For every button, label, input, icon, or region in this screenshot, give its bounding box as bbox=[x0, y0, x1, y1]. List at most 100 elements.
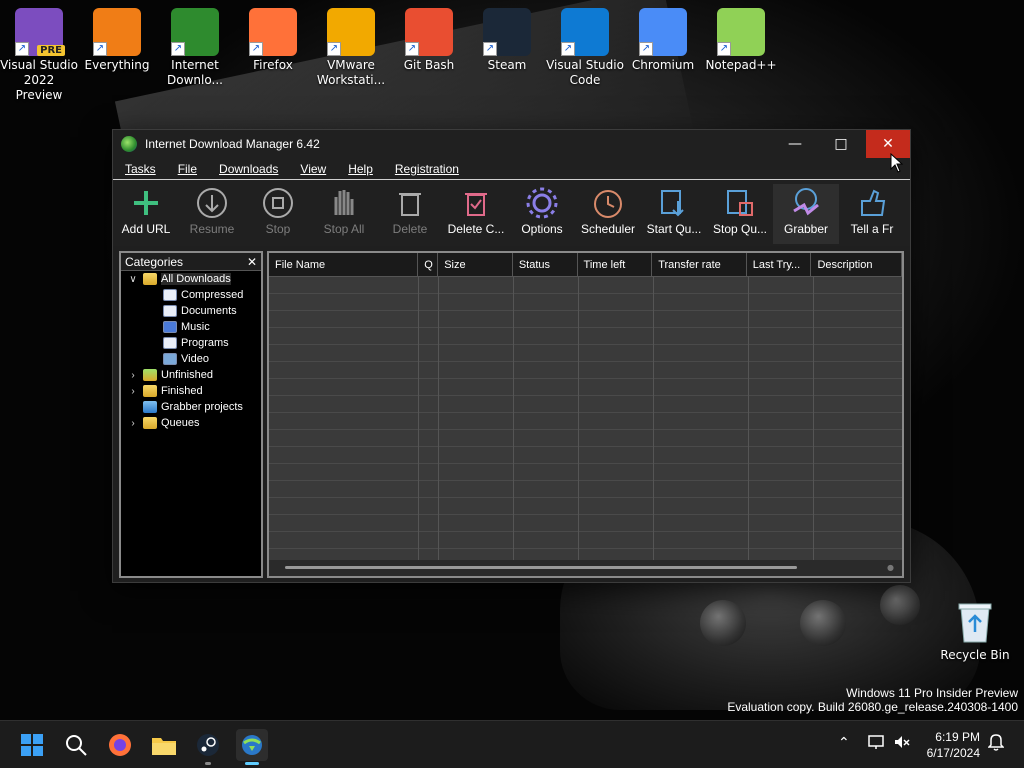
vmware-icon: ↗ bbox=[327, 8, 375, 56]
idm-window: Internet Download Manager 6.42 — □ ✕ Tas… bbox=[112, 129, 911, 583]
maximize-button[interactable]: □ bbox=[818, 130, 864, 158]
resume-icon bbox=[194, 184, 230, 222]
stop-queue-button[interactable]: Stop Qu... bbox=[707, 184, 773, 244]
tree-item-all-downloads[interactable]: ∨ All Downloads bbox=[121, 271, 261, 287]
tree-item-label: Finished bbox=[161, 385, 203, 397]
desktop-icon-vmware[interactable]: ↗ VMware Workstati... bbox=[312, 2, 390, 88]
taskbar-file-explorer[interactable] bbox=[148, 729, 180, 761]
scrollbar-thumb[interactable] bbox=[285, 566, 797, 569]
tree-item-video[interactable]: Video bbox=[121, 351, 261, 367]
minimize-button[interactable]: — bbox=[772, 130, 818, 158]
network-icon[interactable] bbox=[868, 733, 886, 755]
column-header-description[interactable]: Description bbox=[811, 253, 902, 277]
column-header-q[interactable]: Q bbox=[418, 253, 439, 277]
start-queue-button[interactable]: Start Qu... bbox=[641, 184, 707, 244]
menu-downloads[interactable]: Downloads bbox=[211, 162, 286, 176]
tree-item-grabber-projects[interactable]: Grabber projects bbox=[121, 399, 261, 415]
desktop-icon-everything-search[interactable]: ↗ Everything bbox=[78, 2, 156, 73]
delete-button[interactable]: Delete bbox=[377, 184, 443, 244]
tree-item-queues[interactable]: › Queues bbox=[121, 415, 261, 431]
desktop-icon-label: Everything bbox=[84, 58, 150, 72]
taskbar-firefox[interactable] bbox=[104, 729, 136, 761]
add-url-button[interactable]: Add URL bbox=[113, 184, 179, 244]
menu-view[interactable]: View bbox=[292, 162, 334, 176]
tree-item-unfinished[interactable]: › Unfinished bbox=[121, 367, 261, 383]
taskbar-steam[interactable] bbox=[192, 729, 224, 765]
downloads-list[interactable]: File Name Q Size Status Time left Transfer ra… bbox=[267, 251, 904, 578]
taskbar-idm[interactable] bbox=[236, 729, 268, 765]
close-icon: ✕ bbox=[882, 136, 894, 152]
shortcut-arrow-icon: ↗ bbox=[405, 42, 419, 56]
menu-file[interactable]: File bbox=[170, 162, 205, 176]
grabber-button[interactable]: Grabber bbox=[773, 184, 839, 244]
options-button[interactable]: Options bbox=[509, 184, 575, 244]
tree-item-label: Grabber projects bbox=[161, 401, 243, 413]
desktop-icon-git-bash[interactable]: ↗ Git Bash bbox=[390, 2, 468, 73]
tree-item-finished[interactable]: › Finished bbox=[121, 383, 261, 399]
tree-item-music[interactable]: Music bbox=[121, 319, 261, 335]
desktop-icon-recycle-bin[interactable]: Recycle Bin bbox=[936, 592, 1014, 663]
stop-all-button[interactable]: Stop All bbox=[311, 184, 377, 244]
menu-registration[interactable]: Registration bbox=[387, 162, 467, 176]
column-header-time-left[interactable]: Time left bbox=[578, 253, 653, 277]
wallpaper-gamepad-button bbox=[700, 600, 746, 646]
options-icon bbox=[524, 184, 560, 222]
list-rows[interactable] bbox=[269, 277, 902, 560]
show-hidden-icons-button[interactable]: ⌃ bbox=[838, 735, 850, 751]
preview-badge: PRE bbox=[37, 45, 65, 56]
desktop-icon-internet-download-manager[interactable]: ↗ Internet Downlo... bbox=[156, 2, 234, 88]
chevron-down-icon[interactable]: ∨ bbox=[127, 274, 139, 285]
title-bar[interactable]: Internet Download Manager 6.42 — □ ✕ bbox=[113, 130, 910, 158]
column-header-file-name[interactable]: File Name bbox=[269, 253, 419, 277]
delete-completed-icon bbox=[458, 184, 494, 222]
chevron-right-icon[interactable]: › bbox=[127, 418, 139, 429]
start-button[interactable] bbox=[16, 729, 48, 761]
menu-help[interactable]: Help bbox=[340, 162, 381, 176]
git-bash-icon: ↗ bbox=[405, 8, 453, 56]
column-divider bbox=[578, 277, 579, 560]
desktop-icon-chromium[interactable]: ↗ Chromium bbox=[624, 2, 702, 73]
toolbar-label: Delete C... bbox=[447, 222, 505, 236]
column-divider bbox=[748, 277, 749, 560]
categories-tree: ∨ All Downloads Compressed Documents Music Pr… bbox=[121, 271, 261, 431]
tree-item-documents[interactable]: Documents bbox=[121, 303, 261, 319]
desktop-icon-label: VMware Workstati... bbox=[316, 58, 386, 87]
clock-date: 6/17/2024 bbox=[926, 746, 980, 760]
shortcut-arrow-icon: ↗ bbox=[171, 42, 185, 56]
chevron-right-icon[interactable]: › bbox=[127, 370, 139, 381]
resume-button[interactable]: Resume bbox=[179, 184, 245, 244]
toolbar-label: Resume bbox=[189, 222, 235, 236]
maximize-icon: □ bbox=[834, 136, 848, 152]
column-header-size[interactable]: Size bbox=[438, 253, 513, 277]
column-header-status[interactable]: Status bbox=[513, 253, 578, 277]
column-header-transfer-rate[interactable]: Transfer rate bbox=[652, 253, 747, 277]
stop-button[interactable]: Stop bbox=[245, 184, 311, 244]
tree-item-label: Compressed bbox=[181, 289, 244, 301]
search-icon bbox=[66, 735, 87, 756]
folder-green-icon bbox=[143, 369, 157, 381]
tell-a-friend-button[interactable]: Tell a Fr bbox=[839, 184, 905, 244]
desktop-icon-steam[interactable]: ↗ Steam bbox=[468, 2, 546, 73]
tree-item-label: Unfinished bbox=[161, 369, 213, 381]
chevron-right-icon[interactable]: › bbox=[127, 386, 139, 397]
search-button[interactable] bbox=[60, 729, 92, 761]
menu-tasks[interactable]: Tasks bbox=[117, 162, 164, 176]
volume-muted-icon[interactable] bbox=[893, 733, 911, 755]
desktop-icon-vscode[interactable]: ↗ Visual Studio Code bbox=[546, 2, 624, 88]
stop-icon bbox=[260, 184, 296, 222]
horizontal-scrollbar[interactable]: ● bbox=[269, 560, 902, 576]
tree-item-programs[interactable]: Programs bbox=[121, 335, 261, 351]
visual-studio-preview-icon: PRE ↗ bbox=[15, 8, 65, 56]
column-header-last-try[interactable]: Last Try... bbox=[747, 253, 812, 277]
delete-completed-button[interactable]: Delete C... bbox=[443, 184, 509, 244]
desktop-icon-notepad-plus-plus[interactable]: ↗ Notepad++ bbox=[702, 2, 780, 73]
desktop-icon-visual-studio-preview[interactable]: PRE ↗ Visual Studio 2022 Preview bbox=[0, 2, 78, 103]
taskbar-clock[interactable]: 6:19 PM 6/17/2024 bbox=[927, 729, 980, 761]
tree-item-compressed[interactable]: Compressed bbox=[121, 287, 261, 303]
stop-all-icon bbox=[326, 184, 362, 222]
everything-search-icon: ↗ bbox=[93, 8, 141, 56]
categories-close-button[interactable]: ✕ bbox=[247, 255, 257, 269]
scheduler-button[interactable]: Scheduler bbox=[575, 184, 641, 244]
notifications-button[interactable] bbox=[987, 733, 1005, 755]
desktop-icon-firefox[interactable]: ↗ Firefox bbox=[234, 2, 312, 73]
